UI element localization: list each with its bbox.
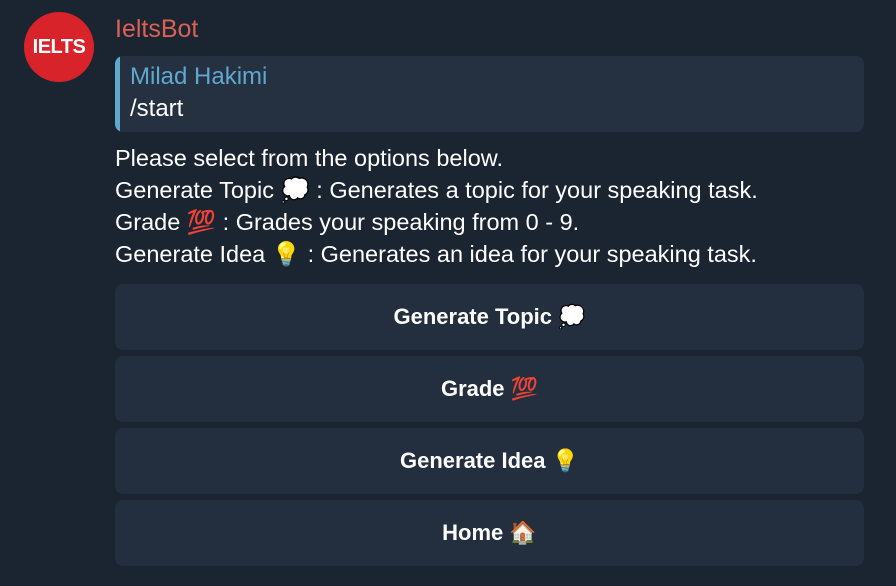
reply-author: Milad Hakimi (130, 63, 268, 90)
message-line: Please select from the options below. (115, 145, 503, 171)
generate-topic-button[interactable]: Generate Topic 💭 (115, 284, 864, 350)
message-body: Please select from the options below. Ge… (115, 142, 864, 270)
message-line: Generate Idea 💡 : Generates an idea for … (115, 241, 757, 267)
inline-keyboard: Generate Topic 💭 Grade 💯 Generate Idea 💡… (115, 284, 864, 566)
message-content: IeltsBot Milad Hakimi /start Please sele… (115, 10, 864, 572)
generate-idea-button[interactable]: Generate Idea 💡 (115, 428, 864, 494)
bot-avatar[interactable]: IELTS (24, 12, 94, 82)
reply-preview[interactable]: Milad Hakimi /start (115, 56, 864, 132)
grade-button[interactable]: Grade 💯 (115, 356, 864, 422)
ielts-logo: IELTS (32, 35, 86, 58)
reply-accent-bar (115, 56, 120, 132)
reply-text: /start (130, 95, 184, 122)
home-button[interactable]: Home 🏠 (115, 500, 864, 566)
chat-message: IELTS IeltsBot Milad Hakimi /start Pleas… (0, 0, 896, 586)
message-line: Grade 💯 : Grades your speaking from 0 - … (115, 209, 580, 235)
message-line: Generate Topic 💭 : Generates a topic for… (115, 177, 758, 203)
sender-name[interactable]: IeltsBot (115, 10, 864, 48)
